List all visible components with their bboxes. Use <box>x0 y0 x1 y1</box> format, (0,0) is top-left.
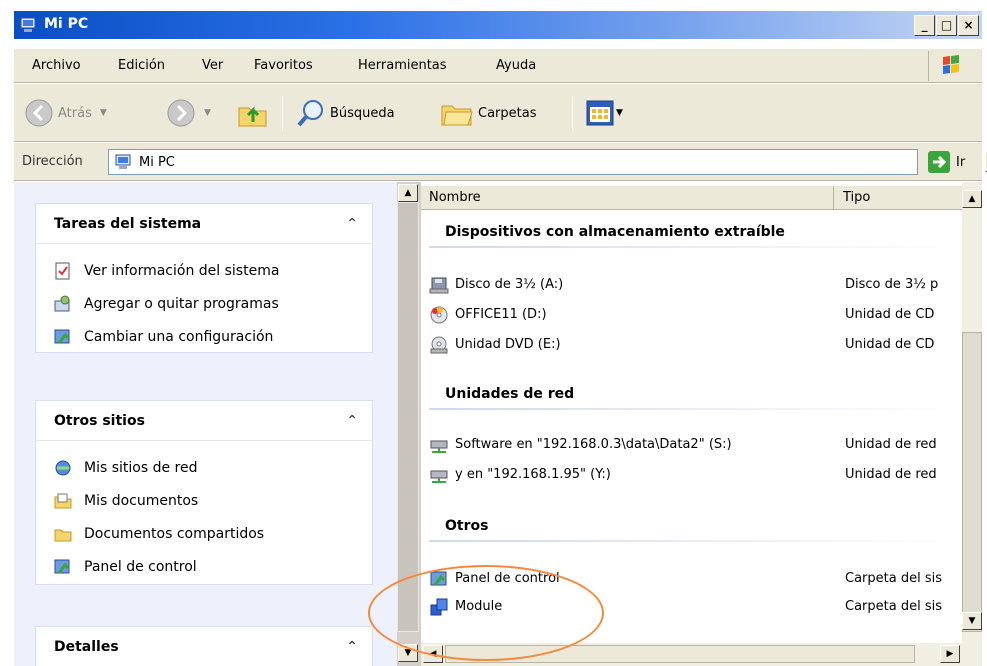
list-item[interactable]: Unidad DVD (E:) Unidad de CD <box>429 334 962 356</box>
window-title: Mi PC <box>44 16 89 32</box>
address-label: Dirección <box>22 154 83 169</box>
panel-header[interactable]: Tareas del sistema ⌃ <box>36 204 372 244</box>
annotation-ellipse <box>368 565 604 661</box>
back-button[interactable]: Atrás ▼ <box>24 84 107 142</box>
scroll-thumb[interactable] <box>962 332 982 632</box>
maximize-button[interactable]: □ <box>936 15 957 36</box>
group-removable-storage: Dispositivos con almacenamiento extraíbl… <box>445 224 785 240</box>
group-others: Otros <box>445 518 489 534</box>
up-folder-button[interactable] <box>236 84 270 142</box>
views-icon <box>586 100 614 126</box>
task-add-remove-programs[interactable]: Agregar o quitar programas <box>54 287 372 320</box>
scroll-right-icon[interactable]: ▶ <box>940 645 960 663</box>
forward-arrow-icon <box>167 99 195 127</box>
menu-archivo[interactable]: Archivo <box>32 58 81 73</box>
cd-icon <box>430 306 448 324</box>
menu-ayuda[interactable]: Ayuda <box>496 58 536 73</box>
place-control-panel[interactable]: Panel de control <box>54 550 372 583</box>
list-item[interactable]: OFFICE11 (D:) Unidad de CD <box>429 304 962 326</box>
toolbar: Atrás ▼ ▼ Búsqueda Carpetas ▼ <box>14 84 982 142</box>
programs-icon <box>54 295 70 311</box>
group-network-drives: Unidades de red <box>445 386 575 402</box>
search-icon <box>297 100 323 127</box>
file-list-vertical-scrollbar[interactable]: ▲ ▼ <box>962 182 982 666</box>
close-button[interactable]: × <box>958 15 979 36</box>
minimize-button[interactable]: _ <box>914 15 935 36</box>
folders-button[interactable]: Carpetas <box>440 84 536 142</box>
up-folder-icon <box>238 106 267 127</box>
panel-system-tasks: Tareas del sistema ⌃ Ver información del… <box>35 203 373 353</box>
scroll-down-icon[interactable]: ▼ <box>962 612 982 630</box>
back-arrow-icon <box>25 99 53 127</box>
search-button[interactable]: Búsqueda <box>296 84 395 142</box>
folders-icon <box>441 105 473 126</box>
menu-ver[interactable]: Ver <box>202 58 223 73</box>
list-item[interactable]: Disco de 3½ (A:) Disco de 3½ p <box>429 274 962 296</box>
collapse-chevron-icon[interactable]: ⌃ <box>346 413 358 429</box>
scroll-up-icon[interactable]: ▲ <box>398 184 418 202</box>
go-arrow-icon <box>928 151 950 173</box>
menu-favoritos[interactable]: Favoritos <box>254 58 313 73</box>
views-dropdown-icon[interactable]: ▼ <box>616 108 623 118</box>
system-info-icon <box>55 262 70 279</box>
menu-edicion[interactable]: Edición <box>118 58 165 73</box>
panel-other-places: Otros sitios ⌃ Mis sitios de red Mis doc… <box>35 400 373 585</box>
task-pane: Tareas del sistema ⌃ Ver información del… <box>14 182 399 666</box>
collapse-chevron-icon[interactable]: ⌃ <box>346 639 358 655</box>
place-network[interactable]: Mis sitios de red <box>54 451 372 484</box>
explorer-window: Mi PC _ □ × Archivo Edición Ver Favorito… <box>0 0 987 666</box>
title-bar[interactable]: Mi PC _ □ × <box>14 11 982 39</box>
my-computer-icon <box>20 17 36 32</box>
toolbar-separator <box>572 96 573 130</box>
network-icon <box>55 460 71 475</box>
group-divider <box>429 246 962 248</box>
control-panel-icon <box>54 329 70 344</box>
list-item[interactable]: y en "192.168.1.95" (Y:) Unidad de red <box>429 464 962 486</box>
menu-bar: Archivo Edición Ver Favoritos Herramient… <box>14 49 982 83</box>
panel-details: Detalles ⌃ <box>35 626 373 666</box>
group-divider <box>429 540 962 542</box>
panel-header[interactable]: Detalles ⌃ <box>36 627 372 666</box>
place-my-documents[interactable]: Mis documentos <box>54 484 372 517</box>
dvd-icon <box>430 336 448 354</box>
views-button[interactable]: ▼ <box>586 84 623 142</box>
forward-dropdown-icon[interactable]: ▼ <box>204 108 211 118</box>
panel-header[interactable]: Otros sitios ⌃ <box>36 401 372 441</box>
folder-icon <box>54 529 72 541</box>
documents-icon <box>54 493 72 508</box>
list-item[interactable]: Software en "192.168.0.3\data\Data2" (S:… <box>429 434 962 456</box>
address-input[interactable]: Mi PC ▼ <box>108 149 987 175</box>
toolbar-separator <box>282 96 283 130</box>
scroll-up-icon[interactable]: ▲ <box>962 190 982 208</box>
my-computer-icon <box>115 154 131 169</box>
menu-herramientas[interactable]: Herramientas <box>358 58 447 73</box>
task-change-setting[interactable]: Cambiar una configuración <box>54 320 372 353</box>
network-drive-icon <box>430 440 448 453</box>
scroll-thumb[interactable] <box>397 202 419 632</box>
network-drive-icon <box>430 470 448 483</box>
collapse-chevron-icon[interactable]: ⌃ <box>346 216 358 232</box>
forward-button[interactable]: ▼ <box>166 84 211 142</box>
control-panel-icon <box>54 559 70 574</box>
windows-logo-icon <box>928 51 972 81</box>
column-name[interactable]: Nombre <box>429 190 481 205</box>
go-button[interactable]: Ir <box>928 151 965 173</box>
floppy-icon <box>429 277 449 294</box>
column-type[interactable]: Tipo <box>843 190 870 205</box>
group-divider <box>429 408 962 410</box>
address-value: Mi PC <box>139 154 175 170</box>
address-bar: Dirección Mi PC ▼ Ir <box>14 143 987 181</box>
column-divider[interactable] <box>833 186 834 210</box>
back-dropdown-icon[interactable]: ▼ <box>100 108 107 118</box>
task-view-system-info[interactable]: Ver información del sistema <box>54 254 372 287</box>
place-shared-documents[interactable]: Documentos compartidos <box>54 517 372 550</box>
column-header: Nombre Tipo <box>421 186 962 210</box>
